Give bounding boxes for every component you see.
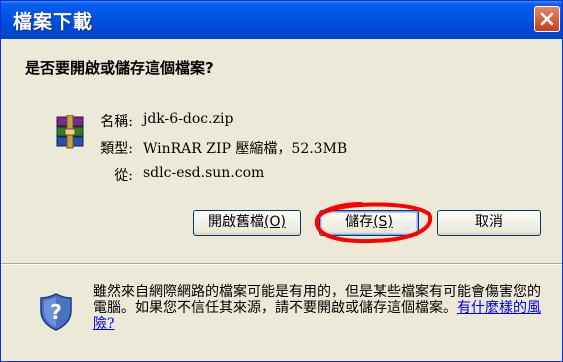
cancel-button-label: 取消: [475, 214, 503, 230]
dialog-title: 檔案下載: [13, 11, 94, 33]
dialog-question: 是否要開啟或儲存這個檔案?: [25, 59, 214, 77]
file-source-label: 從:: [114, 168, 133, 184]
red-circle-annotation: [314, 202, 433, 244]
file-name-value: jdk-6-doc.zip: [143, 111, 234, 127]
file-type-value: WinRAR ZIP 壓縮檔，52.3MB: [143, 141, 348, 157]
file-source-value: sdlc-esd.sun.com: [143, 165, 265, 181]
open-button[interactable]: 開啟舊檔(O): [193, 210, 301, 236]
open-button-key: (O): [264, 214, 286, 230]
open-button-label: 開啟舊檔: [208, 214, 265, 230]
security-shield-icon: ?: [40, 293, 72, 331]
title-bar[interactable]: 檔案下載: [1, 1, 562, 39]
cancel-button[interactable]: 取消: [437, 210, 541, 236]
security-warning: 雖然來自網際網路的檔案可能是有用的，但是某些檔案有可能會傷害您的電腦。如果您不信…: [93, 284, 543, 332]
section-divider: [1, 263, 562, 265]
svg-text:?: ?: [50, 300, 62, 324]
close-icon: [540, 12, 554, 26]
file-type-label: 類型:: [100, 141, 133, 157]
close-button[interactable]: [534, 6, 560, 32]
file-name-label: 名稱:: [100, 114, 133, 130]
file-download-dialog: 檔案下載 是否要開啟或儲存這個檔案? 名稱: jdk-6-doc.zip 類型:…: [0, 0, 563, 362]
